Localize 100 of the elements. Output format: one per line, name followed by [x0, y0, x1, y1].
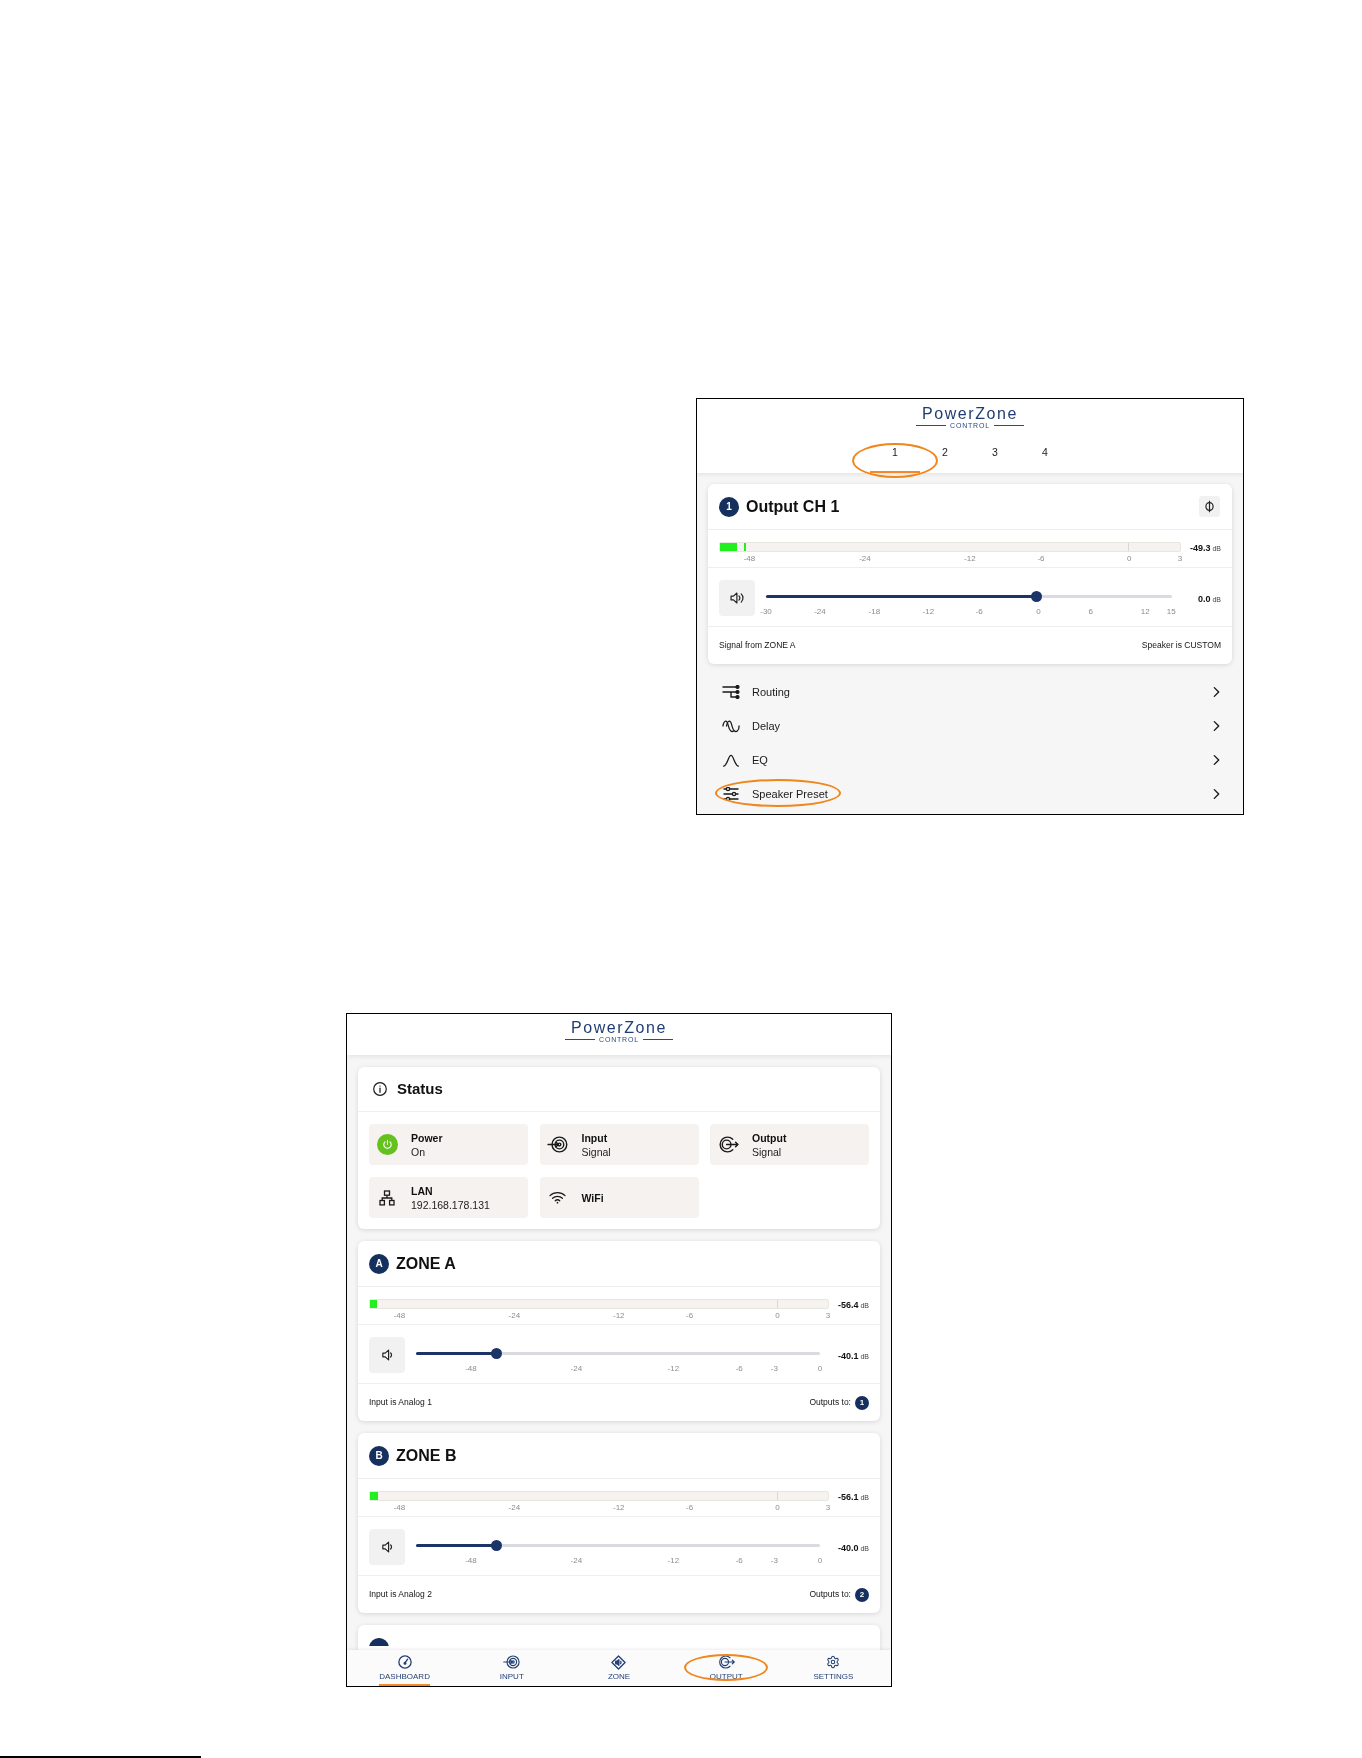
scale-label: -6: [975, 607, 983, 617]
scale-label: 12: [1140, 607, 1150, 617]
scale-label: -48: [465, 1364, 477, 1374]
sine-wave-icon: [722, 719, 740, 733]
footer-text: Speaker is CUSTOM: [1141, 639, 1221, 652]
channel-tab[interactable]: 3: [970, 441, 1020, 473]
phase-icon: [1205, 500, 1214, 513]
scale-label: -12: [613, 1503, 625, 1513]
channel-tab[interactable]: 4: [1020, 441, 1070, 473]
tile-label: Power: [411, 1130, 443, 1145]
scale-label: -48: [465, 1556, 477, 1566]
scale-label: -12: [667, 1364, 680, 1374]
chevron-right-icon: [1213, 686, 1220, 698]
badge-icon: [369, 1638, 389, 1646]
target-arrow-out-icon: [717, 1136, 739, 1153]
volume-button[interactable]: [719, 580, 755, 616]
scale-label: 0: [817, 1556, 823, 1566]
speaker-icon: [381, 1349, 393, 1361]
power-icon: [376, 1134, 398, 1155]
nav-tab[interactable]: OUTPUT: [709, 1650, 743, 1686]
volume-slider[interactable]: [416, 1347, 820, 1359]
menu-item[interactable]: EQ: [708, 743, 1232, 777]
nav-tab[interactable]: SETTINGS: [813, 1650, 854, 1686]
phase-button[interactable]: [1199, 496, 1220, 517]
scale-label: -24: [570, 1556, 583, 1566]
wifi-icon: [549, 1191, 566, 1204]
scale-label: 6: [1088, 607, 1093, 617]
volume-slider[interactable]: [766, 590, 1172, 602]
scale-label: -18: [868, 607, 881, 617]
menu-item[interactable]: Routing: [708, 675, 1232, 709]
scale-label: -6: [735, 1364, 743, 1374]
speaker-icon: [729, 592, 745, 604]
speaker-icon: [381, 1541, 393, 1553]
zone-badge: A: [369, 1253, 389, 1274]
scale-label: 3: [1177, 554, 1183, 564]
target-arrow-in-icon: [503, 1655, 521, 1669]
tile-label: WiFi: [581, 1190, 604, 1205]
channel-tab[interactable]: 2: [920, 441, 970, 473]
tile-label: LAN: [411, 1183, 434, 1198]
scale-label: 0: [775, 1503, 780, 1513]
card-title: ZONE A: [396, 1253, 456, 1274]
volume-button[interactable]: [369, 1337, 405, 1373]
diamond-speaker-icon: [611, 1654, 627, 1670]
channel-tab[interactable]: 1: [870, 441, 920, 473]
scale-label: -24: [859, 554, 871, 564]
scale-label: -12: [613, 1311, 625, 1321]
chevron-right-icon: [1213, 720, 1220, 732]
scale-label: 0: [1036, 607, 1041, 617]
settings-icon: [826, 1655, 841, 1669]
tile-value: Signal: [581, 1144, 611, 1159]
tile-label: Output: [752, 1130, 787, 1145]
scale-label: -48: [743, 554, 756, 564]
slider-thumb[interactable]: [490, 1347, 502, 1359]
scale-label: 0: [775, 1311, 780, 1321]
scale-label: -48: [393, 1503, 406, 1513]
logo-name: PowerZone: [570, 1019, 668, 1036]
menu-item[interactable]: Delay: [708, 709, 1232, 743]
scale-label: -12: [922, 607, 935, 617]
scale-label: -24: [814, 607, 826, 617]
volume-button[interactable]: [369, 1529, 405, 1565]
gauge-icon: [397, 1655, 412, 1669]
scale-label: -12: [667, 1556, 680, 1566]
tile-label: Input: [581, 1130, 609, 1145]
nav-tab[interactable]: INPUT: [499, 1650, 524, 1686]
routing-icon: [722, 685, 740, 699]
tile-value: On: [411, 1144, 426, 1159]
footer-text: Outputs to:: [809, 1396, 851, 1409]
logo-name: PowerZone: [921, 405, 1019, 422]
tile-value: 192.168.178.131: [411, 1197, 490, 1212]
scale-label: -6: [686, 1503, 694, 1513]
scale-label: -24: [508, 1311, 521, 1321]
tile-value: Signal: [752, 1144, 783, 1159]
menu-item[interactable]: Speaker Preset: [708, 777, 1232, 811]
scale-label: -24: [508, 1503, 521, 1513]
nav-tab[interactable]: ZONE: [607, 1650, 631, 1686]
slider-thumb[interactable]: [491, 1539, 503, 1551]
slider-thumb[interactable]: [1031, 590, 1043, 602]
footer-text: Input is Analog 2: [369, 1588, 432, 1601]
footer-text: Outputs to:: [809, 1588, 851, 1601]
scale-label: -6: [735, 1556, 743, 1566]
target-arrow-in-icon: [547, 1136, 568, 1153]
output-badge: 1: [855, 1395, 869, 1410]
nav-tab[interactable]: DASHBOARD: [379, 1650, 430, 1686]
scale-label: 0: [1127, 554, 1132, 564]
volume-slider[interactable]: [416, 1539, 820, 1551]
bell-curve-icon: [722, 753, 740, 767]
scale-label: -24: [570, 1364, 583, 1374]
card-title: Output CH 1: [746, 496, 840, 517]
network-icon: [379, 1189, 395, 1206]
channel-badge: 1: [719, 496, 739, 517]
scale-label: 15: [1166, 607, 1176, 617]
card-title: Status: [397, 1079, 443, 1099]
scale-label: 0: [817, 1364, 823, 1374]
scale-label: -30: [760, 607, 772, 617]
scale-label: -3: [770, 1364, 778, 1374]
footer-text: Signal from ZONE A: [719, 639, 796, 652]
card-title: ZONE B: [396, 1445, 457, 1466]
scale-label: -3: [770, 1556, 778, 1566]
chevron-right-icon: [1213, 754, 1220, 766]
scale-label: 3: [825, 1311, 831, 1321]
